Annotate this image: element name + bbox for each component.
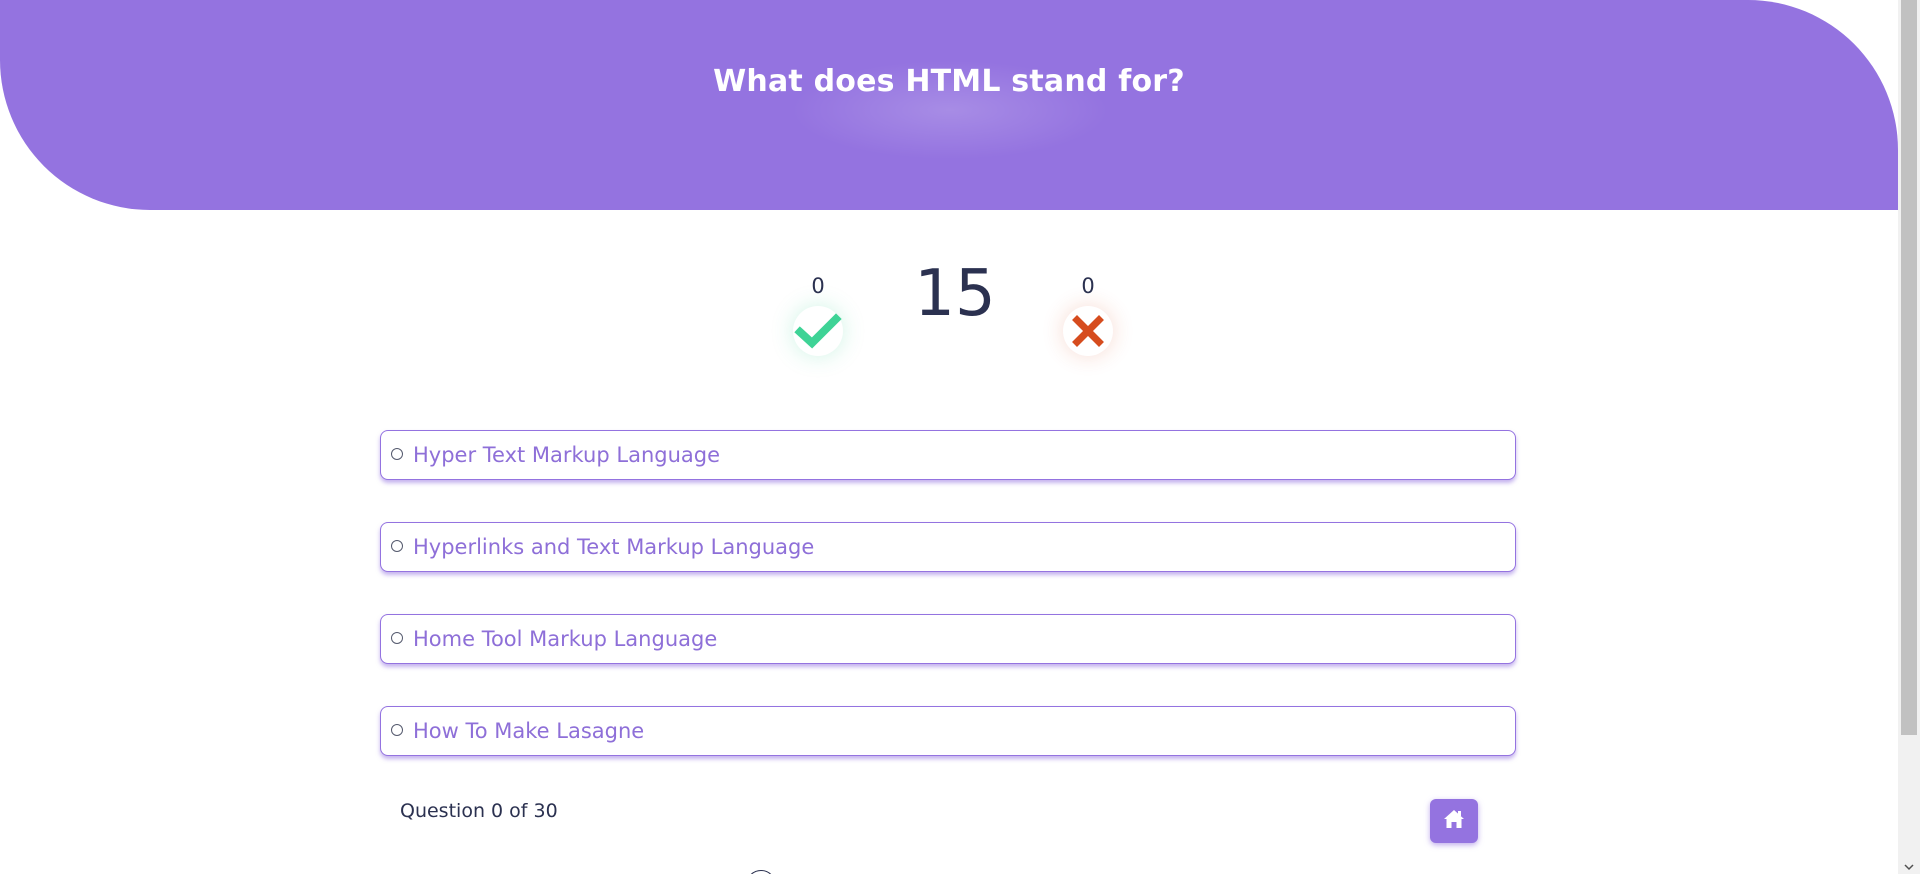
radio-circle-icon[interactable] [391, 540, 403, 552]
question-title: What does HTML stand for? [713, 64, 1185, 99]
wrong-score: 0 [1048, 268, 1128, 356]
correct-score: 0 [778, 268, 858, 356]
answer-option-4[interactable]: How To Make Lasagne [380, 706, 1516, 756]
scroll-down-arrow-icon[interactable] [1903, 858, 1915, 871]
cross-icon [1063, 306, 1113, 356]
answer-option-1[interactable]: Hyper Text Markup Language [380, 430, 1516, 480]
check-icon [793, 306, 843, 356]
wrong-count: 0 [1081, 274, 1095, 298]
vertical-scrollbar[interactable] [1898, 0, 1920, 874]
radio-circle-icon[interactable] [391, 448, 403, 460]
home-button[interactable] [1430, 799, 1478, 843]
answer-label: Hyper Text Markup Language [413, 443, 721, 467]
home-icon [1443, 809, 1465, 833]
answer-label: How To Make Lasagne [413, 719, 645, 743]
question-header: What does HTML stand for? [0, 0, 1898, 210]
answer-option-3[interactable]: Home Tool Markup Language [380, 614, 1516, 664]
question-progress: Question 0 of 30 [400, 800, 558, 822]
correct-count: 0 [811, 274, 825, 298]
partial-icon-offscreen [746, 870, 776, 874]
countdown-timer: 15 [914, 257, 996, 331]
answer-label: Home Tool Markup Language [413, 627, 718, 651]
answer-option-2[interactable]: Hyperlinks and Text Markup Language [380, 522, 1516, 572]
quiz-page: What does HTML stand for? 0 15 0 Hyper T… [0, 0, 1898, 874]
answer-label: Hyperlinks and Text Markup Language [413, 535, 815, 559]
radio-circle-icon[interactable] [391, 632, 403, 644]
scrollbar-thumb[interactable] [1901, 0, 1917, 735]
radio-circle-icon[interactable] [391, 724, 403, 736]
